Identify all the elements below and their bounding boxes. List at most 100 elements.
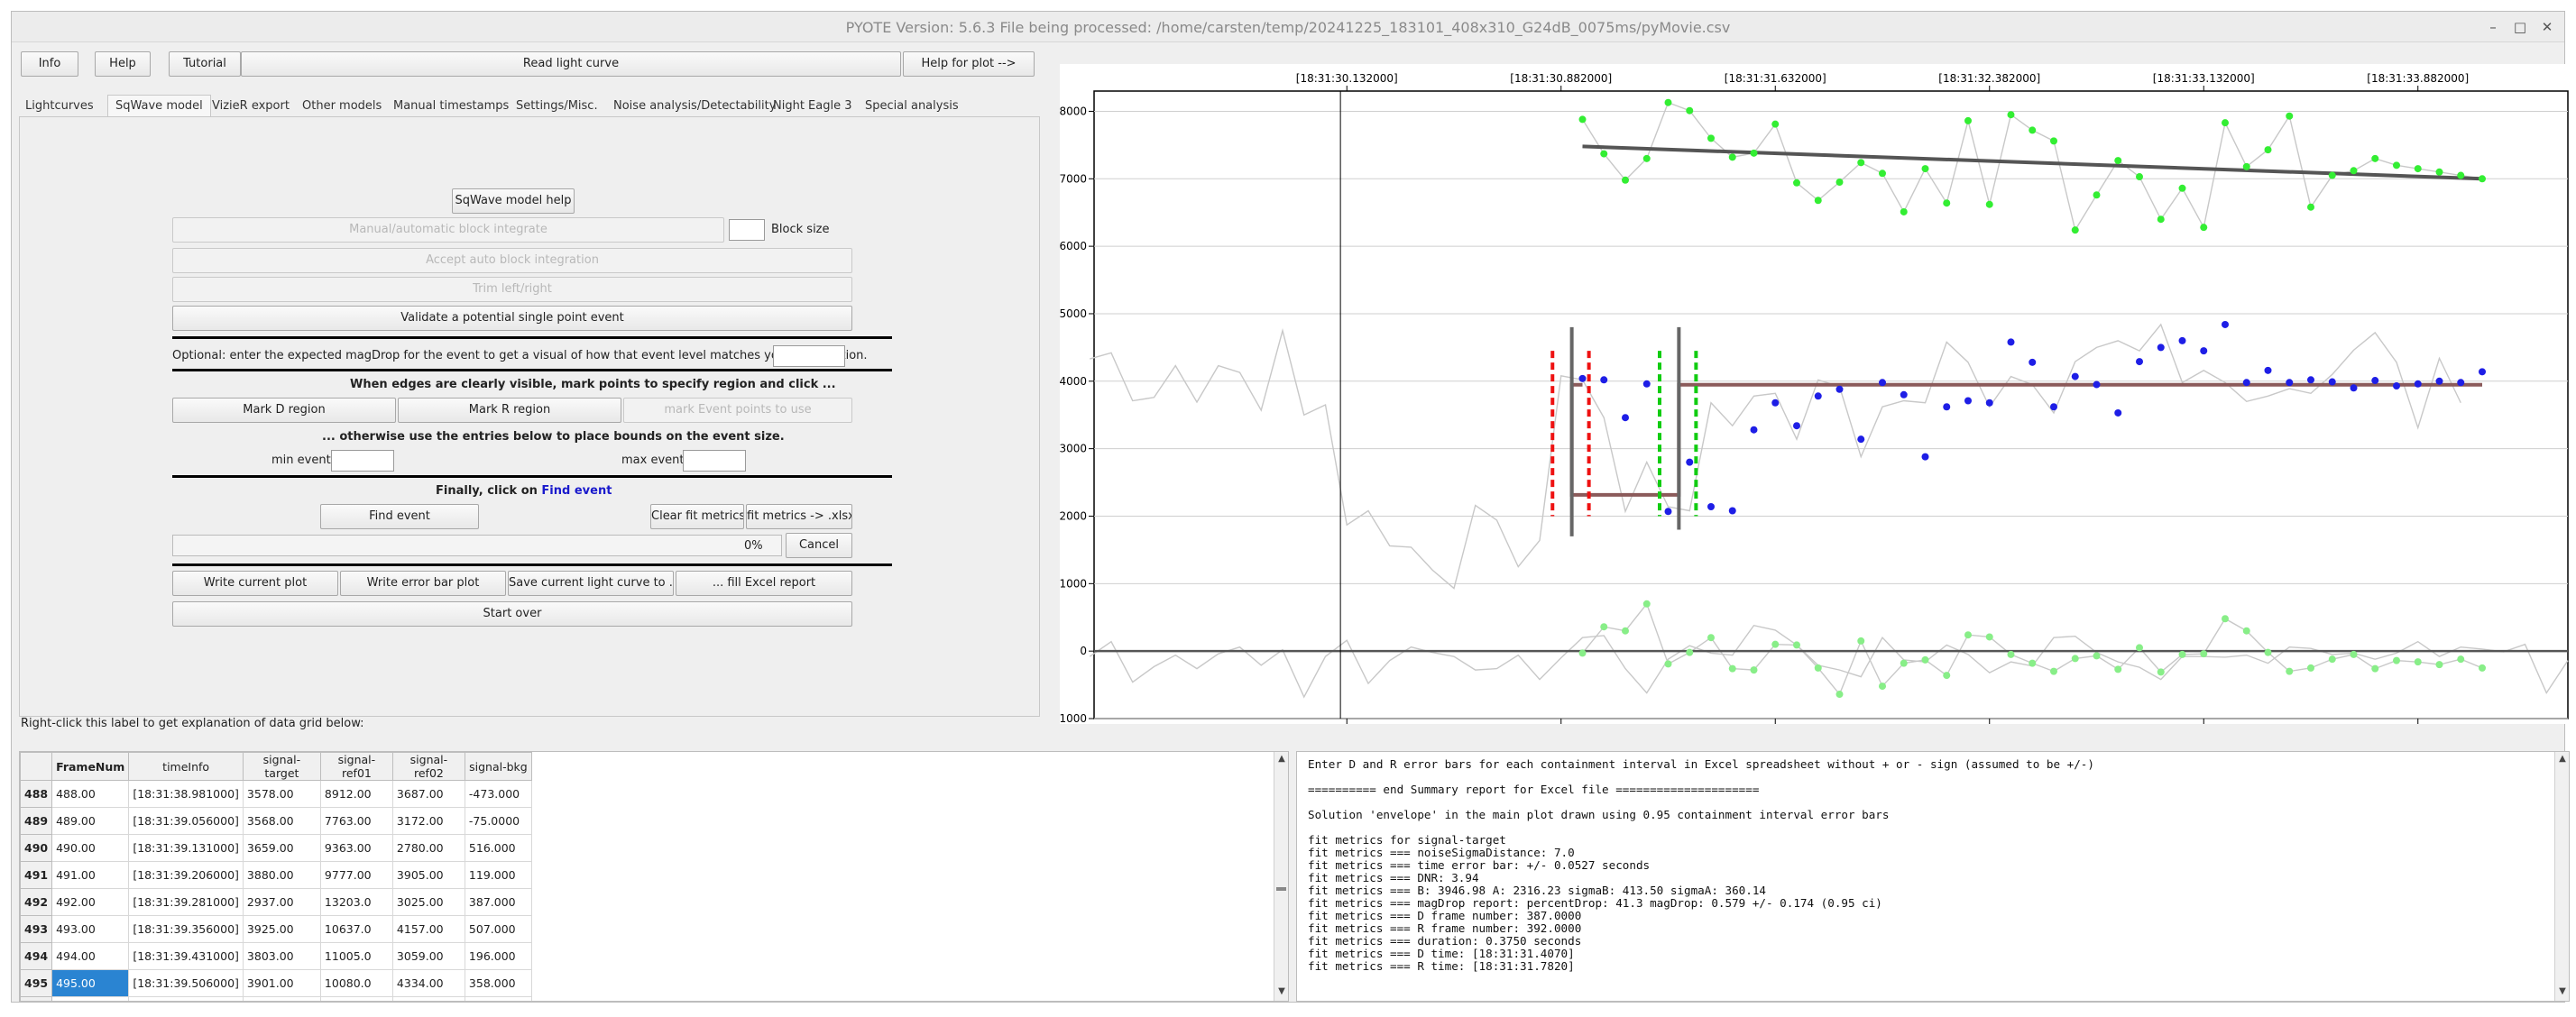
table-row[interactable]: 490 490.00 [18:31:39.131000] 3659.00 9363.00… [20, 834, 532, 862]
table-cell[interactable]: 490.00 [51, 834, 130, 862]
close-icon[interactable]: ✕ [2537, 17, 2557, 37]
fill-excel-report-button[interactable]: ... fill Excel report [676, 571, 852, 596]
table-cell[interactable]: 9363.00 [319, 834, 393, 862]
find-event-button[interactable]: Find event [320, 504, 479, 529]
table-cell[interactable]: -75.0000 [464, 807, 532, 835]
manual-auto-block-integrate-button[interactable]: Manual/automatic block integrate [172, 217, 724, 243]
table-cell[interactable]: 3212.00 [242, 996, 321, 1001]
table-cell[interactable]: 10637.0 [319, 915, 393, 943]
tab-sqwave-model[interactable]: SqWave model [107, 95, 211, 116]
trim-left-right-button[interactable]: Trim left/right [172, 277, 852, 302]
table-cell[interactable]: [18:31:39.506000] [128, 969, 244, 997]
col-header-signal-bkg[interactable]: signal-bkg [464, 752, 532, 781]
table-cell[interactable]: 3905.00 [391, 861, 465, 889]
clear-fit-metrics-button[interactable]: Clear fit metrics [650, 504, 744, 529]
table-cell[interactable]: 507.000 [464, 915, 532, 943]
table-cell[interactable]: 491.00 [51, 861, 130, 889]
table-cell[interactable]: 13203.0 [319, 888, 393, 916]
read-light-curve-button[interactable]: Read light curve [241, 51, 901, 77]
scroll-up-icon[interactable]: ▲ [1274, 752, 1288, 766]
table-row[interactable]: 491 491.00 [18:31:39.206000] 3880.00 9777.00… [20, 861, 532, 889]
mark-d-region-button[interactable]: Mark D region [172, 398, 396, 423]
grid-corner[interactable] [20, 752, 53, 781]
write-current-plot-button[interactable]: Write current plot [172, 571, 338, 596]
minimize-icon[interactable]: – [2483, 17, 2503, 37]
table-row[interactable]: 493 493.00 [18:31:39.356000] 3925.00 10637.0… [20, 915, 532, 943]
sqwave-model-help-button[interactable]: SqWave model help [452, 188, 575, 214]
table-cell[interactable]: -473.000 [464, 780, 532, 808]
magdrop-input[interactable] [773, 345, 845, 367]
grid-scrollbar[interactable]: ▲ ▼ [1274, 752, 1288, 1001]
table-cell[interactable]: [18:31:39.281000] [128, 888, 244, 916]
tutorial-button[interactable]: Tutorial [169, 51, 241, 77]
table-cell[interactable]: 492.00 [51, 888, 130, 916]
table-row[interactable]: 488 488.00 [18:31:38.981000] 3578.00 8912.00… [20, 780, 532, 808]
help-button[interactable]: Help [95, 51, 151, 77]
row-header[interactable]: 493 [20, 915, 53, 943]
col-header-framenum[interactable]: FrameNum [51, 752, 130, 781]
row-header[interactable]: 491 [20, 861, 53, 889]
data-grid[interactable]: FrameNum timeInfo signal-target signal-r… [19, 751, 1289, 1002]
write-error-bar-plot-button[interactable]: Write error bar plot [340, 571, 506, 596]
scroll-down-icon[interactable]: ▼ [2555, 985, 2569, 999]
table-cell[interactable]: 516.000 [464, 834, 532, 862]
mark-r-region-button[interactable]: Mark R region [398, 398, 621, 423]
col-header-signal-target[interactable]: signal-target [242, 752, 321, 781]
table-cell[interactable]: 7763.00 [319, 807, 393, 835]
tab-manual-timestamps[interactable]: Manual timestamps [385, 95, 517, 116]
row-header[interactable]: 489 [20, 807, 53, 835]
accept-auto-block-button[interactable]: Accept auto block integration [172, 248, 852, 273]
table-cell[interactable]: 489.00 [51, 807, 130, 835]
table-cell[interactable]: 4157.00 [391, 915, 465, 943]
table-cell[interactable]: 488.00 [51, 780, 130, 808]
scroll-up-icon[interactable]: ▲ [2555, 752, 2569, 766]
table-cell[interactable]: [18:31:39.056000] [128, 807, 244, 835]
tab-settings-misc[interactable]: Settings/Misc. [508, 95, 606, 116]
table-cell[interactable]: 3901.00 [242, 969, 321, 997]
table-cell[interactable]: [18:31:38.981000] [128, 780, 244, 808]
table-cell[interactable]: 119.000 [464, 861, 532, 889]
table-cell[interactable]: 3025.00 [391, 888, 465, 916]
save-csv-button[interactable]: Save current light curve to .csv [508, 571, 674, 596]
fit-metrics-xlsx-button[interactable]: fit metrics -> .xlsx [746, 504, 852, 529]
start-over-button[interactable]: Start over [172, 601, 852, 627]
cancel-button[interactable]: Cancel [786, 533, 852, 558]
table-cell[interactable]: 358.000 [464, 969, 532, 997]
table-cell[interactable]: 8912.00 [319, 780, 393, 808]
table-row[interactable]: 495 495.00 [18:31:39.506000] 3901.00 10080.0… [20, 969, 532, 997]
table-cell[interactable]: -263.000 [464, 996, 532, 1001]
row-header[interactable]: 496 [20, 996, 53, 1001]
table-cell[interactable]: 494.00 [51, 942, 130, 970]
output-text-panel[interactable]: Enter D and R error bars for each contai… [1296, 751, 2570, 1002]
table-cell[interactable]: 9777.00 [319, 861, 393, 889]
table-cell[interactable]: 3116.00 [391, 996, 465, 1001]
block-size-input[interactable] [729, 219, 765, 241]
table-cell[interactable]: 11005.0 [319, 942, 393, 970]
grid-hint-label[interactable]: Right-click this label to get explanatio… [21, 717, 364, 730]
row-header[interactable]: 492 [20, 888, 53, 916]
table-row[interactable]: 494 494.00 [18:31:39.431000] 3803.00 11005.0… [20, 942, 532, 970]
tab-noise-analysis[interactable]: Noise analysis/Detectability [605, 95, 784, 116]
help-for-plot-button[interactable]: Help for plot --> [903, 51, 1035, 77]
mark-event-points-button[interactable]: mark Event points to use [623, 398, 852, 423]
row-header[interactable]: 495 [20, 969, 53, 997]
table-cell[interactable]: 2937.00 [242, 888, 321, 916]
scroll-down-icon[interactable]: ▼ [1274, 985, 1288, 999]
light-curve-plot[interactable]: -1000 0 1000 2000 3000 4000 5000 6000 7000 8000 [1… [1055, 64, 2570, 725]
table-row[interactable]: 489 489.00 [18:31:39.056000] 3568.00 7763.00… [20, 807, 532, 835]
table-cell[interactable]: 496.00 [51, 996, 130, 1001]
table-cell[interactable]: 9710.00 [319, 996, 393, 1001]
maximize-icon[interactable]: □ [2510, 17, 2530, 37]
table-row[interactable]: 496496.00[18:31:39.581000]3212.009710.00… [20, 996, 532, 1001]
table-cell[interactable]: 196.000 [464, 942, 532, 970]
table-cell[interactable]: 3925.00 [242, 915, 321, 943]
scroll-thumb[interactable] [1276, 887, 1286, 891]
table-cell[interactable]: 3059.00 [391, 942, 465, 970]
table-cell[interactable]: 3172.00 [391, 807, 465, 835]
max-event-input[interactable] [683, 450, 746, 472]
tab-special-analysis[interactable]: Special analysis [857, 95, 967, 116]
table-cell[interactable]: 2780.00 [391, 834, 465, 862]
col-header-signal-ref01[interactable]: signal-ref01 [319, 752, 393, 781]
table-cell[interactable]: 3687.00 [391, 780, 465, 808]
table-cell[interactable]: 387.000 [464, 888, 532, 916]
